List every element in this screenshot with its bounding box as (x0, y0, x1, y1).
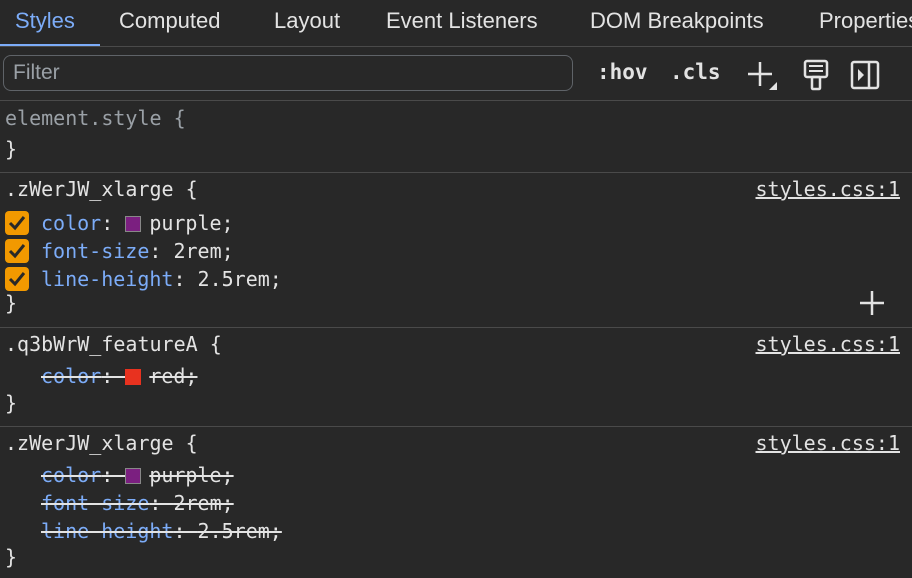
cls-button[interactable]: .cls (670, 60, 721, 84)
source-link[interactable]: styles.css:1 (756, 330, 901, 358)
rule-selector[interactable]: .q3bWrW_featureA { (5, 330, 222, 358)
toggle-sidebar-icon[interactable] (850, 60, 880, 90)
add-property-icon[interactable] (858, 289, 886, 317)
source-link[interactable]: styles.css:1 (756, 429, 901, 457)
property-color[interactable]: color: purple; (41, 209, 234, 237)
hov-button[interactable]: :hov (597, 60, 648, 84)
rule-q3bwrw-featurea: .q3bWrW_featureA { styles.css:1 color: r… (0, 328, 912, 427)
color-swatch[interactable] (125, 216, 142, 232)
rule-selector[interactable]: .zWerJW_xlarge { (5, 175, 198, 203)
rule-element-style: element.style { } (0, 101, 912, 173)
styles-toolbar: Filter :hov .cls (0, 47, 912, 101)
rule-close-brace: } (5, 137, 18, 161)
paint-brush-icon[interactable] (802, 59, 830, 91)
property-color-overridden[interactable]: color: red; (41, 362, 197, 390)
checkmark-icon (8, 216, 26, 231)
tab-computed[interactable]: Computed (119, 0, 221, 46)
rule-zwerjw-xlarge-overridden: .zWerJW_xlarge { styles.css:1 color: pur… (0, 427, 912, 578)
property-checkbox[interactable] (5, 211, 29, 235)
tab-styles[interactable]: Styles (15, 0, 75, 46)
rule-selector[interactable]: .zWerJW_xlarge { (5, 429, 198, 457)
checkmark-icon (8, 272, 26, 287)
tab-event-listeners[interactable]: Event Listeners (386, 0, 538, 46)
property-checkbox[interactable] (5, 267, 29, 291)
active-tab-indicator (0, 44, 100, 46)
tab-properties[interactable]: Properties (819, 0, 912, 46)
rule-zwerjw-xlarge: .zWerJW_xlarge { styles.css:1 color: pur… (0, 173, 912, 328)
panel-tab-bar: Styles Computed Layout Event Listeners D… (0, 0, 912, 47)
property-line-height-overridden[interactable]: line-height: 2.5rem; (41, 517, 282, 545)
rule-close-brace: } (5, 291, 18, 315)
rule-selector[interactable]: element.style { (5, 104, 186, 132)
tab-dom-breakpoints[interactable]: DOM Breakpoints (590, 0, 764, 46)
new-style-rule-icon[interactable] (745, 60, 781, 92)
tab-layout[interactable]: Layout (274, 0, 340, 46)
property-checkbox[interactable] (5, 239, 29, 263)
property-line-height[interactable]: line-height: 2.5rem; (41, 265, 282, 293)
property-color-overridden[interactable]: color: purple; (41, 461, 234, 489)
color-swatch[interactable] (125, 369, 142, 385)
checkmark-icon (8, 244, 26, 259)
color-swatch[interactable] (125, 468, 142, 484)
rule-close-brace: } (5, 391, 18, 415)
property-font-size[interactable]: font-size: 2rem; (41, 237, 234, 265)
rule-close-brace: } (5, 545, 18, 569)
filter-input[interactable]: Filter (3, 55, 573, 91)
source-link[interactable]: styles.css:1 (756, 175, 901, 203)
property-font-size-overridden[interactable]: font-size: 2rem; (41, 489, 234, 517)
